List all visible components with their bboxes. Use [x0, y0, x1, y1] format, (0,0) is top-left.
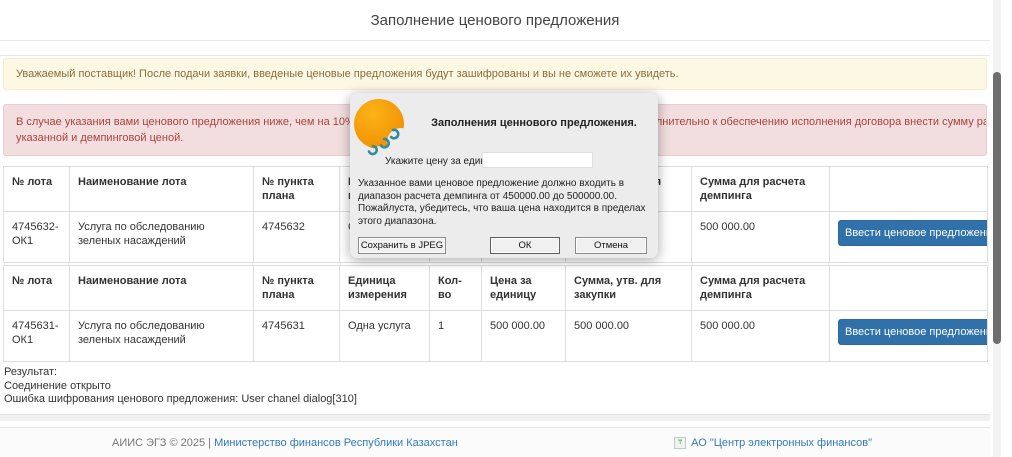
- result-line-connection: Соединение открыто: [4, 380, 990, 394]
- result-line-error: Ошибка шифрования ценового предложения: …: [4, 393, 990, 407]
- col-plan-number: № пункта плана: [254, 167, 340, 212]
- col-damping-sum: Сумма для расчета демпинга: [692, 266, 830, 311]
- col-qty: Кол-во: [430, 266, 482, 311]
- col-lot-number: № лота: [4, 167, 70, 212]
- result-log: Результат: Соединение открыто Ошибка шиф…: [4, 366, 990, 407]
- dialog-title: Заполнения ценнового предложения.: [416, 117, 652, 129]
- price-offer-page: Заполнение ценового предложения Уважаемы…: [0, 0, 1012, 457]
- supplier-warning-alert: Уважаемый поставщик! После подачи заявки…: [3, 58, 987, 90]
- damping-range-hint: Указанное вами ценовое предложение должн…: [358, 178, 646, 228]
- result-label: Результат:: [4, 366, 990, 380]
- table-row: 4745631-ОК1 Услуга по обследованию зелен…: [4, 311, 988, 362]
- page-title: Заполнение ценового предложения: [0, 0, 990, 41]
- ministry-link[interactable]: Министерство финансов Республики Казахст…: [214, 437, 458, 449]
- nca-logo-icon: [352, 97, 410, 164]
- col-unit: Единица измерения: [340, 266, 430, 311]
- plan-number: 4745632: [254, 212, 340, 263]
- lot-name: Услуга по обследованию зеленых насаждени…: [70, 311, 254, 362]
- footer-cef: ₸ АО "Центр электронных финансов": [674, 437, 872, 449]
- col-lot-number: № лота: [4, 266, 70, 311]
- approved-sum: 500 000.00: [566, 311, 692, 362]
- price-entry-dialog: Заполнения ценнового предложения. Укажит…: [350, 93, 658, 258]
- unit: Одна услуга: [340, 311, 430, 362]
- col-plan-number: № пункта плана: [254, 266, 340, 311]
- col-action: [830, 167, 988, 212]
- lot-name: Услуга по обследованию зеленых насаждени…: [70, 212, 254, 263]
- vertical-scrollbar-thumb[interactable]: [993, 72, 1001, 344]
- lot-number: 4745632-ОК1: [4, 212, 70, 263]
- lot-number: 4745631-ОК1: [4, 311, 70, 362]
- lot-table-2: № лота Наименование лота № пункта плана …: [3, 265, 988, 362]
- unit-price: 500 000.00: [482, 311, 566, 362]
- col-approved-sum: Сумма, утв. для закупки: [566, 266, 692, 311]
- table-header-row: № лота Наименование лота № пункта плана …: [4, 266, 988, 311]
- footer-copyright: АИИС ЭГЗ © 2025 | Министерство финансов …: [112, 437, 458, 449]
- enter-price-button[interactable]: Ввести ценовое предложение: [838, 319, 988, 345]
- copyright-text: АИИС ЭГЗ © 2025 |: [112, 437, 211, 449]
- cef-logo-icon: ₸: [674, 437, 686, 449]
- col-action: [830, 266, 988, 311]
- panel-divider: [0, 414, 990, 421]
- cancel-button[interactable]: Отмена: [575, 237, 647, 254]
- save-jpeg-button[interactable]: Сохранить в JPEG: [358, 237, 446, 254]
- damping-sum: 500 000.00: [692, 311, 830, 362]
- cef-link[interactable]: АО "Центр электронных финансов": [691, 437, 872, 449]
- qty: 1: [430, 311, 482, 362]
- col-unit-price: Цена за единицу: [482, 266, 566, 311]
- price-input[interactable]: [482, 152, 593, 168]
- plan-number: 4745631: [254, 311, 340, 362]
- enter-price-button[interactable]: Ввести ценовое предложение: [838, 220, 988, 246]
- damping-sum: 500 000.00: [692, 212, 830, 263]
- ok-button[interactable]: ОК: [490, 237, 560, 254]
- col-lot-name: Наименование лота: [70, 167, 254, 212]
- col-damping-sum: Сумма для расчета демпинга: [692, 167, 830, 212]
- footer: АИИС ЭГЗ © 2025 | Министерство финансов …: [0, 427, 990, 457]
- col-lot-name: Наименование лота: [70, 266, 254, 311]
